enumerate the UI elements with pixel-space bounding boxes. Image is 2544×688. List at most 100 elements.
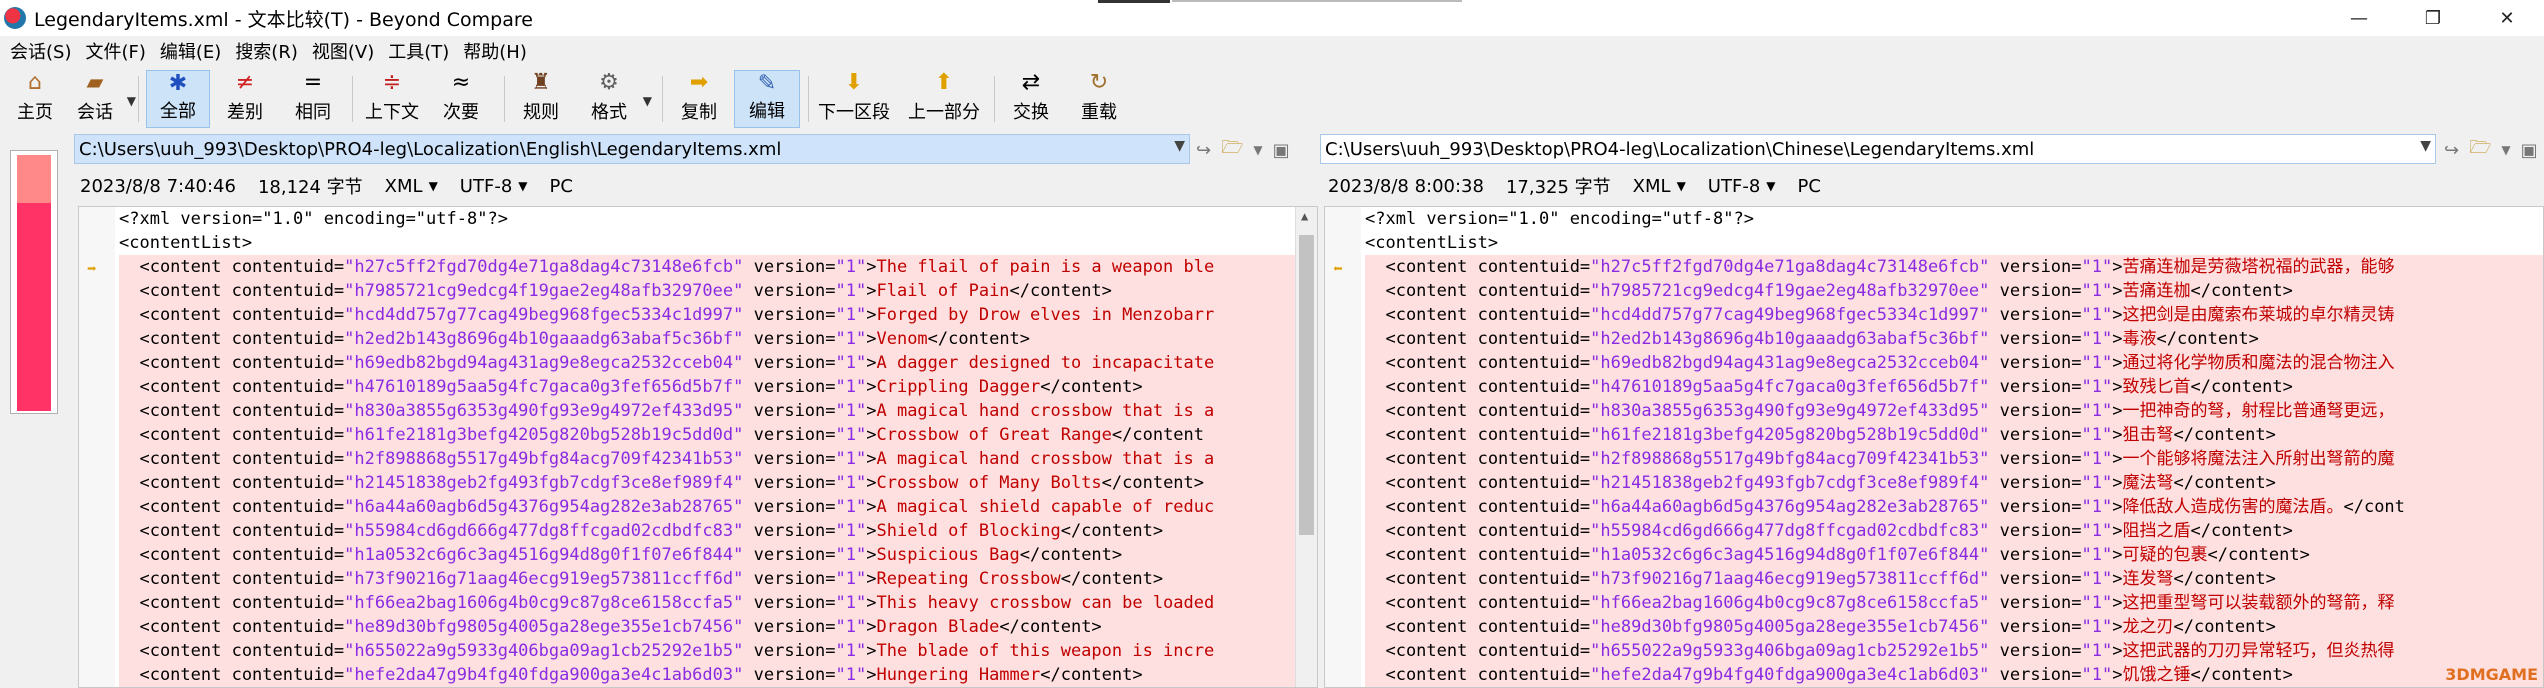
chevron-down-icon[interactable]: ▼ [2501, 143, 2510, 157]
vertical-scrollbar[interactable]: ▲ [1295, 207, 1317, 687]
next-section-button[interactable]: ⬇ 下一区段 [814, 70, 894, 128]
left-format-select[interactable]: XML ▼ [385, 176, 438, 197]
left-text-pane[interactable]: ➡ <?xml version="1.0" encoding="utf-8"?>… [78, 206, 1318, 688]
right-text-pane[interactable]: ⬅ <?xml version="1.0" encoding="utf-8"?>… [1324, 206, 2544, 688]
left-diff-line[interactable]: <content contentuid="h73f90216g71aag46ec… [119, 567, 1317, 591]
left-encoding-select[interactable]: UTF-8 ▼ [460, 176, 528, 197]
show-all-button[interactable]: ✱ 全部 [146, 70, 210, 128]
left-diff-line[interactable]: <content contentuid="h830a3855g6353g490f… [119, 399, 1317, 423]
thumbnail-overview[interactable] [10, 150, 58, 414]
context-button[interactable]: ≑ 上下文 [360, 70, 424, 128]
left-diff-line[interactable]: <content contentuid="h1a0532c6g6c3ag4516… [119, 543, 1317, 567]
menu-edit[interactable]: 编辑(E) [156, 38, 231, 64]
menu-help[interactable]: 帮助(H) [459, 38, 537, 64]
right-diff-line[interactable]: <content contentuid="h1a0532c6g6c3ag4516… [1365, 543, 2543, 567]
left-diff-line[interactable]: <content contentuid="h2ed2b143g8696g4b10… [119, 327, 1317, 351]
save-icon[interactable]: ▣ [1273, 140, 1290, 161]
right-diff-line[interactable]: <content contentuid="h830a3855g6353g490f… [1365, 399, 2543, 423]
right-diff-line[interactable]: <content contentuid="h73f90216g71aag46ec… [1365, 567, 2543, 591]
right-diff-line[interactable]: <content contentuid="h21451838geb2fg493f… [1365, 471, 2543, 495]
content-list-line[interactable]: <contentList> [119, 231, 1317, 255]
left-diff-line[interactable]: <content contentuid="h7985721cg9edcg4f19… [119, 279, 1317, 303]
chevron-down-icon[interactable]: ▼ [1253, 143, 1262, 157]
right-encoding-select[interactable]: UTF-8 ▼ [1708, 176, 1776, 197]
left-diff-line[interactable]: <content contentuid="he89d30bfg9805g4005… [119, 615, 1317, 639]
swap-button[interactable]: ⇄ 交换 [1002, 70, 1060, 128]
scroll-up-icon[interactable]: ▲ [1301, 209, 1308, 223]
left-diff-line[interactable]: <content contentuid="h47610189g5aa5g4fc7… [119, 375, 1317, 399]
left-diff-line[interactable]: <content contentuid="h61fe2181g3befg4205… [119, 423, 1317, 447]
right-diff-line[interactable]: <content contentuid="he89d30bfg9805g4005… [1365, 615, 2543, 639]
right-lineend[interactable]: PC [1798, 176, 1821, 197]
minimize-button[interactable]: — [2322, 0, 2396, 36]
right-diff-line[interactable]: <content contentuid="h655022a9g5933g406b… [1365, 639, 2543, 663]
content-list-line[interactable]: <contentList> [1365, 231, 2543, 255]
content-uid: hf66ea2bag1606g4b0cg9c87g8ce6158ccfa5 [354, 593, 734, 613]
rules-button[interactable]: ♜ 规则 [512, 70, 570, 128]
left-diff-line[interactable]: <content contentuid="hf66ea2bag1606g4b0c… [119, 591, 1317, 615]
left-diff-line[interactable]: <content contentuid="h655022a9g5933g406b… [119, 639, 1317, 663]
session-button[interactable]: ▰ 会话 ▼ [68, 70, 136, 128]
xml-declaration-line[interactable]: <?xml version="1.0" encoding="utf-8"?> [119, 207, 1317, 231]
menu-file[interactable]: 文件(F) [81, 38, 155, 64]
folder-icon[interactable]: 🗁 [1221, 135, 1243, 165]
content-text: Forged by Drow elves in Menzobarr [876, 305, 1215, 325]
right-diff-line[interactable]: <content contentuid="h69edb82bgd94ag431a… [1365, 351, 2543, 375]
right-format-select[interactable]: XML ▼ [1633, 176, 1686, 197]
xml-declaration-line[interactable]: <?xml version="1.0" encoding="utf-8"?> [1365, 207, 2543, 231]
save-icon[interactable]: ▣ [2521, 140, 2538, 161]
folder-icon[interactable]: 🗁 [2469, 135, 2491, 165]
edit-button[interactable]: ✎ 编辑 [734, 70, 800, 128]
right-diff-line[interactable]: <content contentuid="h2f898868g5517g49bf… [1365, 447, 2543, 471]
right-path-tools: ↪ 🗁 ▼ ▣ [2444, 136, 2538, 164]
show-diffs-button[interactable]: ≠ 差别 [216, 70, 274, 128]
chevron-down-icon[interactable]: ▼ [643, 94, 652, 108]
copy-arrow-icon[interactable]: ➡ [87, 259, 97, 278]
close-button[interactable]: ✕ [2470, 0, 2544, 36]
prev-section-button[interactable]: ⬆ 上一部分 [904, 70, 984, 128]
left-diff-line[interactable]: <content contentuid="hefe2da47g9b4fg40fd… [119, 663, 1317, 687]
menu-session[interactable]: 会话(S) [6, 38, 81, 64]
right-diff-line[interactable]: <content contentuid="hf66ea2bag1606g4b0c… [1365, 591, 2543, 615]
menu-tools[interactable]: 工具(T) [384, 38, 459, 64]
right-diff-line[interactable]: <content contentuid="hcd4dd757g77cag49be… [1365, 303, 2543, 327]
left-diff-line[interactable]: <content contentuid="h55984cd6gd666g477d… [119, 519, 1317, 543]
left-diff-line[interactable]: <content contentuid="h69edb82bgd94ag431a… [119, 351, 1317, 375]
right-diff-line[interactable]: <content contentuid="hefe2da47g9b4fg40fd… [1365, 663, 2543, 687]
right-diff-line[interactable]: <content contentuid="h61fe2181g3befg4205… [1365, 423, 2543, 447]
content-uid: h7985721cg9edcg4f19gae2eg48afb32970ee [354, 281, 734, 301]
chevron-down-icon[interactable]: ▼ [1174, 138, 1185, 154]
diff-overview-strip[interactable] [0, 132, 70, 688]
home-button[interactable]: ⌂ 主页 [8, 70, 62, 128]
right-diff-line[interactable]: <content contentuid="h7985721cg9edcg4f19… [1365, 279, 2543, 303]
menu-view[interactable]: 视图(V) [308, 38, 384, 64]
copy-button[interactable]: ➡ 复制 [670, 70, 728, 128]
reload-button[interactable]: ↻ 重载 [1070, 70, 1128, 128]
arrow-down-icon: ⬇ [844, 70, 864, 95]
left-diff-line[interactable]: <content contentuid="hcd4dd757g77cag49be… [119, 303, 1317, 327]
maximize-button[interactable]: ❐ [2396, 0, 2470, 36]
left-diff-line[interactable]: <content contentuid="h2f898868g5517g49bf… [119, 447, 1317, 471]
chevron-down-icon[interactable]: ▼ [127, 94, 136, 108]
history-icon[interactable]: ↪ [1196, 140, 1211, 161]
right-diff-line[interactable]: <content contentuid="h47610189g5aa5g4fc7… [1365, 375, 2543, 399]
left-path-input[interactable]: C:\Users\uuh_993\Desktop\PRO4-leg\Locali… [74, 134, 1190, 164]
show-same-button[interactable]: = 相同 [284, 70, 342, 128]
right-diff-line[interactable]: <content contentuid="h2ed2b143g8696g4b10… [1365, 327, 2543, 351]
content-uid: h61fe2181g3befg4205g820bg528b19c5dd0d [354, 425, 734, 445]
left-lineend[interactable]: PC [550, 176, 573, 197]
right-diff-line[interactable]: <content contentuid="h55984cd6gd666g477d… [1365, 519, 2543, 543]
left-diff-line[interactable]: <content contentuid="h27c5ff2fgd70dg4e71… [119, 255, 1317, 279]
menu-search[interactable]: 搜索(R) [231, 38, 308, 64]
right-diff-line[interactable]: <content contentuid="h27c5ff2fgd70dg4e71… [1365, 255, 2543, 279]
copy-arrow-left-icon[interactable]: ⬅ [1333, 259, 1343, 278]
chevron-down-icon[interactable]: ▼ [2420, 138, 2431, 154]
history-icon[interactable]: ↪ [2444, 140, 2459, 161]
minor-button[interactable]: ≈ 次要 [432, 70, 490, 128]
content-uid: hefe2da47g9b4fg40fdga900ga3e4c1ab6d03 [1600, 665, 1980, 685]
right-path-input[interactable]: C:\Users\uuh_993\Desktop\PRO4-leg\Locali… [1320, 134, 2436, 164]
right-diff-line[interactable]: <content contentuid="h6a44a60agb6d5g4376… [1365, 495, 2543, 519]
left-diff-line[interactable]: <content contentuid="h6a44a60agb6d5g4376… [119, 495, 1317, 519]
format-button[interactable]: ⚙ 格式 ▼ [580, 70, 652, 128]
left-diff-line[interactable]: <content contentuid="h21451838geb2fg493f… [119, 471, 1317, 495]
